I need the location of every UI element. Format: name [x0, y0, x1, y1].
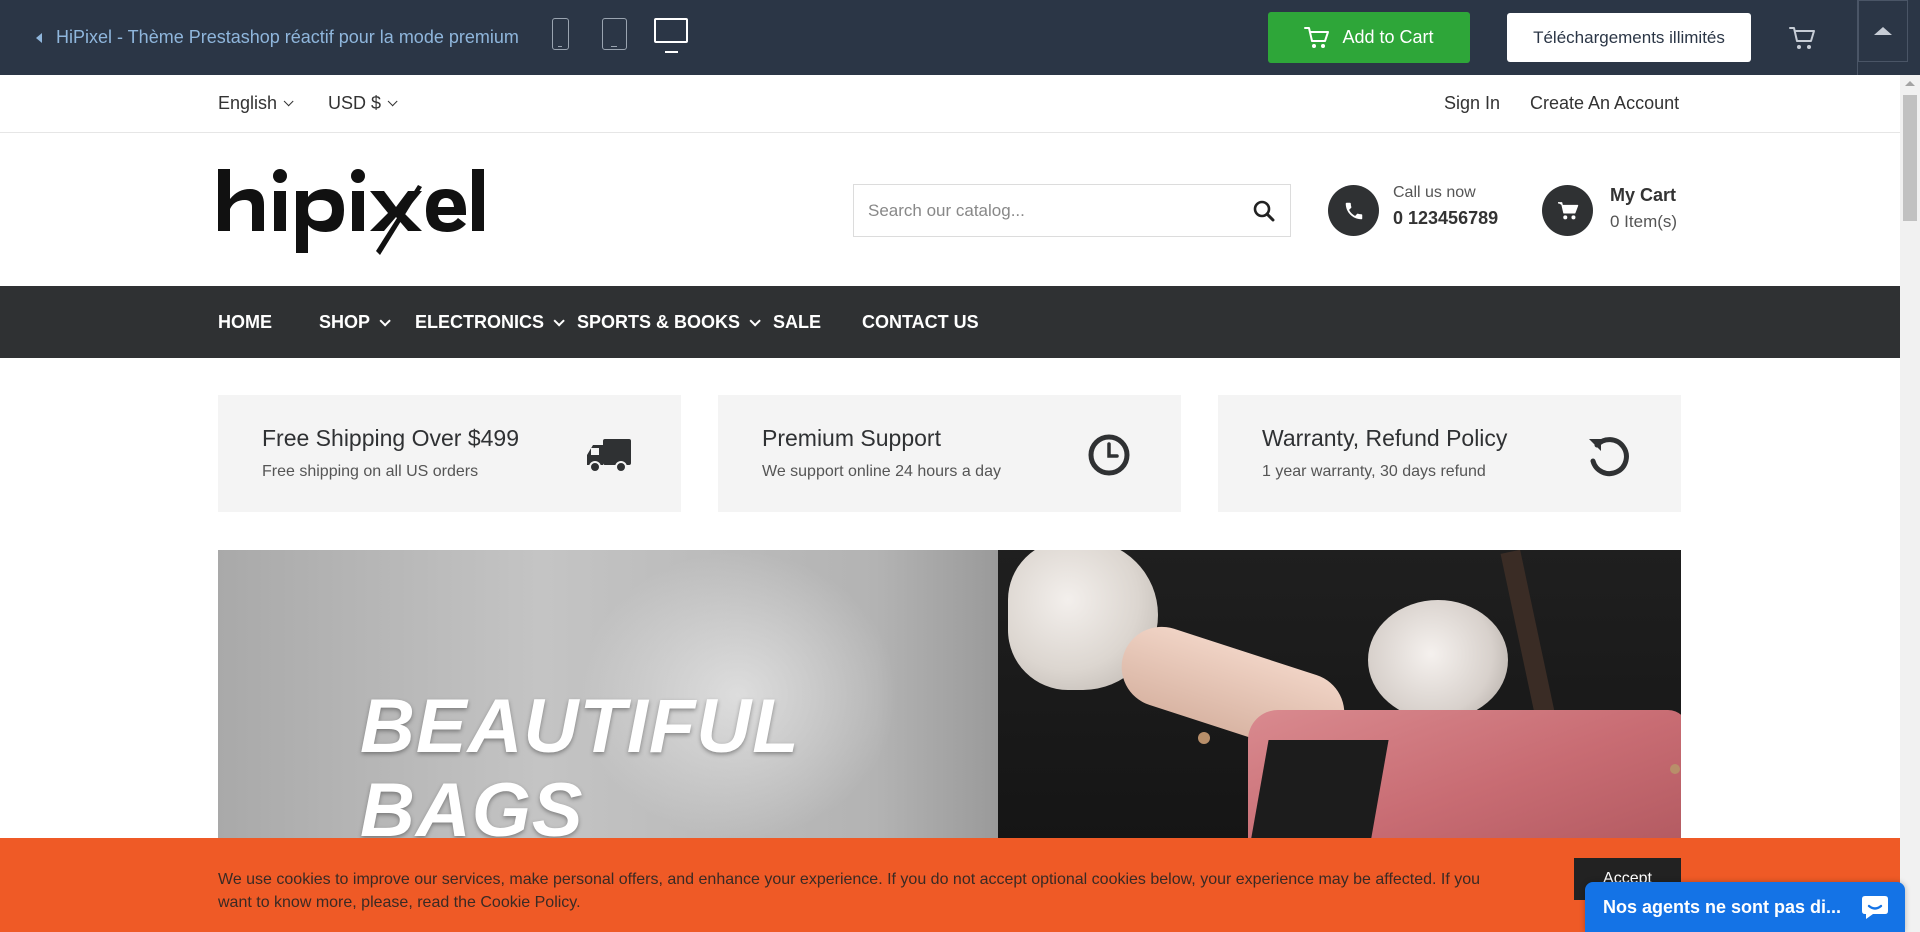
truck-icon — [587, 439, 631, 473]
cart-icon[interactable] — [1788, 24, 1816, 52]
add-to-cart-button[interactable]: Add to Cart — [1268, 12, 1470, 63]
menu-item-shop[interactable]: SHOP — [319, 312, 391, 333]
menu-item-label: CONTACT US — [862, 312, 979, 332]
create-account-label: Create An Account — [1530, 93, 1680, 113]
call-us-block: Call us now 0 123456789 — [1393, 184, 1498, 229]
service-box-support: Premium Support We support online 24 hou… — [718, 395, 1181, 512]
collapse-bar-button[interactable] — [1858, 0, 1908, 62]
create-account-link[interactable]: Create An Account — [1530, 93, 1679, 114]
unlimited-downloads-button[interactable]: Téléchargements illimités — [1507, 13, 1751, 62]
refresh-icon — [1589, 437, 1629, 477]
currency-label: USD $ — [328, 93, 382, 113]
service-title: Warranty, Refund Policy — [1262, 425, 1508, 451]
language-label: English — [218, 93, 278, 113]
chat-bubble-icon — [1862, 896, 1888, 919]
menu-item-label: ELECTRONICS — [415, 312, 545, 332]
menu-item-label: SALE — [773, 312, 822, 332]
menu-item-contact-us[interactable]: CONTACT US — [862, 312, 979, 333]
call-us-label: Call us now — [1393, 184, 1476, 201]
chevron-down-icon — [387, 96, 398, 107]
caret-left-icon — [36, 32, 42, 43]
phone-glyph — [1345, 202, 1362, 219]
cart-item-count: 0 Item(s) — [1610, 212, 1678, 231]
demo-bar: HiPixel - Thème Prestashop réactif pour … — [0, 0, 1920, 75]
sign-in-link[interactable]: Sign In — [1444, 93, 1500, 114]
menu-item-label: SHOP — [319, 312, 371, 332]
service-box-warranty: Warranty, Refund Policy 1 year warranty,… — [1218, 395, 1681, 512]
clock-icon — [1088, 434, 1130, 476]
sign-in-label: Sign In — [1444, 93, 1501, 113]
cart-icon — [1304, 26, 1330, 48]
hero-banner[interactable]: BEAUTIFUL BAGS — [218, 550, 1681, 840]
menu-item-label: SPORTS & BOOKS — [577, 312, 741, 332]
scroll-up-arrow-icon[interactable] — [1905, 81, 1915, 86]
phone-number[interactable]: 0 123456789 — [1393, 208, 1498, 229]
menu-item-label: HOME — [218, 312, 272, 332]
tablet-view-icon[interactable] — [602, 18, 627, 50]
service-subtitle: We support online 24 hours a day — [762, 463, 1001, 480]
cookie-text: We use cookies to improve our services, … — [218, 871, 1481, 911]
language-selector[interactable]: English — [218, 93, 294, 114]
desktop-view-icon[interactable] — [654, 18, 688, 53]
shopping-cart-icon[interactable] — [1542, 185, 1593, 236]
theme-title: HiPixel - Thème Prestashop réactif pour … — [56, 27, 519, 47]
cart-glyph — [1557, 201, 1578, 219]
mobile-view-icon[interactable] — [552, 18, 569, 50]
chevron-down-icon — [283, 96, 294, 107]
search-input[interactable] — [854, 185, 1234, 236]
service-box-shipping: Free Shipping Over $499 Free shipping on… — [218, 395, 681, 512]
chat-status-label: Nos agents ne sont pas di... — [1603, 896, 1842, 917]
service-subtitle: 1 year warranty, 30 days refund — [1262, 463, 1486, 480]
search-box — [853, 184, 1291, 237]
chevron-down-icon — [553, 314, 565, 327]
page-scrollbar[interactable] — [1900, 75, 1920, 932]
chevron-down-icon — [749, 314, 761, 327]
menu-item-sale[interactable]: SALE — [773, 312, 821, 333]
back-to-theme-link[interactable]: HiPixel - Thème Prestashop réactif pour … — [36, 27, 519, 48]
caret-up-icon — [1874, 27, 1892, 35]
banner-headline-line1: BEAUTIFUL — [360, 684, 800, 769]
banner-headline-line2: BAGS — [360, 768, 584, 841]
service-title: Premium Support — [762, 425, 941, 451]
currency-selector[interactable]: USD $ — [328, 93, 398, 114]
chevron-down-icon — [379, 314, 391, 327]
menu-item-sports-books[interactable]: SPORTS & BOOKS — [577, 312, 761, 333]
menu-item-home[interactable]: HOME — [218, 312, 272, 333]
service-title: Free Shipping Over $499 — [262, 425, 519, 451]
banner-headline: BEAUTIFUL BAGS — [360, 684, 800, 841]
my-cart-link[interactable]: My Cart 0 Item(s) — [1610, 185, 1677, 232]
scrollbar-thumb[interactable] — [1903, 95, 1917, 221]
add-to-cart-label: Add to Cart — [1342, 27, 1434, 47]
main-menu: HOME SHOP ELECTRONICS SPORTS & BOOKS SAL… — [0, 286, 1900, 358]
menu-item-electronics[interactable]: ELECTRONICS — [415, 312, 565, 333]
top-nav: English USD $ Sign In Create An Account — [0, 75, 1900, 133]
live-chat-widget[interactable]: Nos agents ne sont pas di... — [1585, 882, 1905, 932]
unlimited-downloads-label: Téléchargements illimités — [1533, 27, 1725, 47]
my-cart-title: My Cart — [1610, 185, 1677, 205]
hipixel-logo[interactable] — [218, 163, 486, 258]
search-icon[interactable] — [1252, 199, 1276, 223]
service-subtitle: Free shipping on all US orders — [262, 463, 479, 480]
phone-icon — [1328, 185, 1379, 236]
